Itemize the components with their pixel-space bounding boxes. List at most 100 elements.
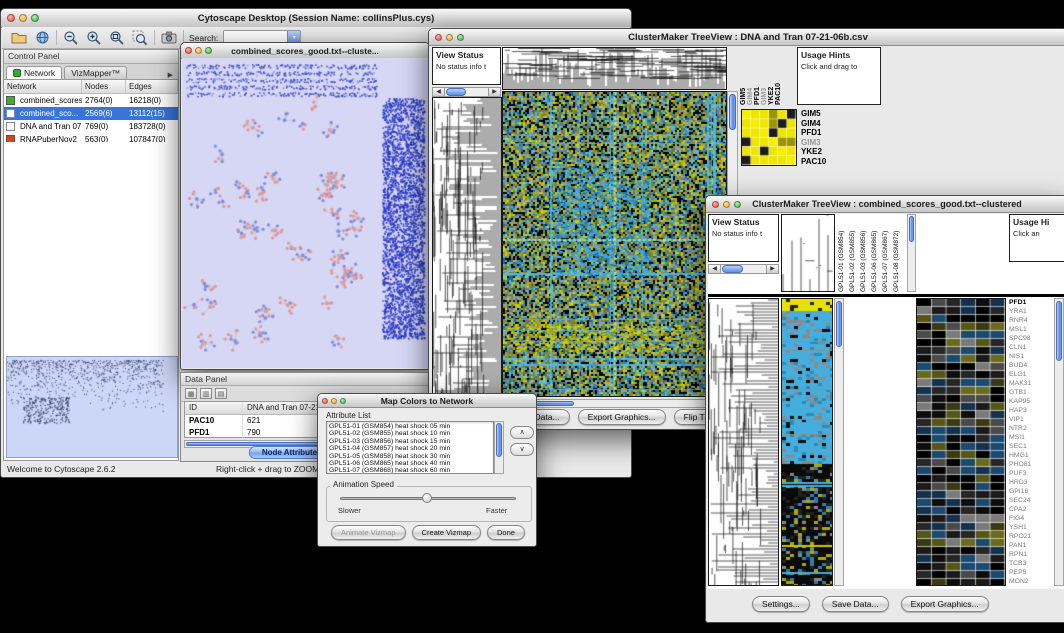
gene-label[interactable]: PAN1 bbox=[1009, 541, 1053, 550]
attribute-list-item[interactable]: GPL51-04 (GSM857) heat shock 20 min bbox=[329, 445, 493, 452]
gene-label[interactable]: YSH1 bbox=[1009, 523, 1053, 532]
zoom-button[interactable] bbox=[205, 47, 212, 54]
tv1-column-label[interactable]: GIM5 bbox=[740, 47, 747, 105]
scrollbar-thumb[interactable] bbox=[1056, 301, 1062, 361]
gene-label[interactable]: GPI16 bbox=[1009, 487, 1053, 496]
gene-label[interactable]: RPN1 bbox=[1009, 550, 1053, 559]
tv1-matrix-label[interactable]: GIM4 bbox=[801, 119, 826, 129]
gene-label[interactable]: KAP95 bbox=[1009, 397, 1053, 406]
gene-label[interactable]: TCB3 bbox=[1009, 559, 1053, 568]
treeview-dna-titlebar[interactable]: ClusterMaker TreeView : DNA and Tran 07-… bbox=[429, 29, 1064, 46]
row-dendrogram-canvas[interactable] bbox=[432, 97, 502, 397]
tv1-matrix-label[interactable]: PAC10 bbox=[801, 157, 826, 167]
gene-label[interactable]: HMG1 bbox=[1009, 451, 1053, 460]
zoom-button[interactable] bbox=[31, 14, 39, 22]
attribute-list-item[interactable]: GPL51-05 (GSM858) heat shock 30 min bbox=[329, 453, 493, 460]
scroll-right-icon[interactable]: ▶ bbox=[488, 88, 500, 96]
close-button[interactable] bbox=[435, 34, 442, 41]
network-table-row[interactable]: combined_scores2764(0)16218(0) bbox=[4, 94, 178, 107]
tv1-matrix-label[interactable]: GIM3 bbox=[801, 138, 826, 148]
gene-label[interactable]: SPC98 bbox=[1009, 334, 1053, 343]
heatmap-strip-canvas[interactable] bbox=[781, 298, 833, 586]
scrollbar-thumb[interactable] bbox=[909, 216, 914, 242]
column-dendrogram-canvas[interactable] bbox=[502, 47, 727, 90]
network-overview-thumbnail[interactable] bbox=[6, 356, 178, 458]
gene-label[interactable]: MSL1 bbox=[1009, 325, 1053, 334]
treeview-button[interactable]: Settings... bbox=[752, 596, 810, 612]
minimize-button[interactable] bbox=[446, 34, 453, 41]
gene-label[interactable]: GTB1 bbox=[1009, 388, 1053, 397]
correlation-matrix-canvas[interactable] bbox=[741, 109, 797, 166]
tv2-column-label[interactable]: GPL51-02 (GSM855) bbox=[849, 215, 860, 292]
gene-label[interactable]: YRA1 bbox=[1009, 307, 1053, 316]
gene-heatmap-canvas[interactable] bbox=[916, 298, 1006, 586]
scrollbar-thumb[interactable] bbox=[722, 265, 743, 273]
gene-label[interactable]: CPA2 bbox=[1009, 505, 1053, 514]
scrollbar-thumb[interactable] bbox=[446, 88, 466, 96]
zoom-in-icon[interactable] bbox=[85, 29, 103, 46]
header-edges[interactable]: Edges bbox=[126, 80, 178, 93]
treeview-button[interactable]: Save Data... bbox=[822, 596, 889, 612]
zoom-out-icon[interactable] bbox=[62, 29, 80, 46]
main-titlebar[interactable]: Cytoscape Desktop (Session Name: collins… bbox=[1, 9, 631, 28]
scroll-left-icon[interactable]: ◀ bbox=[709, 265, 721, 273]
snapshot-icon[interactable] bbox=[160, 29, 178, 46]
attribute-list-item[interactable]: GPL51-06 (GSM865) heat shock 40 min bbox=[329, 460, 493, 467]
attribute-list-item[interactable]: GPL51-03 (GSM856) heat shock 15 min bbox=[329, 438, 493, 445]
scrollbar-thumb[interactable] bbox=[836, 301, 842, 347]
gene-label[interactable]: VIP1 bbox=[1009, 415, 1053, 424]
columns-icon[interactable]: ▥ bbox=[200, 388, 212, 399]
gene-label[interactable]: MON2 bbox=[1009, 577, 1053, 586]
speed-slider-thumb[interactable] bbox=[422, 493, 432, 503]
attribute-list-item[interactable]: GPL51-01 (GSM854) heat shock 05 min bbox=[329, 423, 493, 430]
tv2-column-label[interactable]: GPL51-01 (GSM854) bbox=[838, 215, 849, 292]
tab-network[interactable]: Network bbox=[6, 66, 62, 79]
tv1-column-label[interactable]: GIM4 bbox=[747, 47, 754, 105]
header-network[interactable]: Network bbox=[4, 80, 82, 93]
gene-label[interactable]: HAP3 bbox=[1009, 406, 1053, 415]
zoom-button[interactable] bbox=[457, 34, 464, 41]
gene-vscrollbar[interactable] bbox=[1054, 298, 1064, 586]
tab-overflow-button[interactable]: ▶ bbox=[163, 71, 178, 79]
gene-label[interactable]: ELG1 bbox=[1009, 370, 1053, 379]
header-nodes[interactable]: Nodes bbox=[82, 80, 126, 93]
tv2-column-label[interactable]: GPL51-07 (GSM867) bbox=[882, 215, 893, 292]
tv2-column-label[interactable]: GPL51-06 (GSM865) bbox=[871, 215, 882, 292]
attribute-list-item[interactable]: GPL51-07 (GSM868) heat shock 60 min bbox=[329, 467, 493, 474]
tv2-column-label[interactable]: GPL51-08 (GSM872) bbox=[893, 215, 904, 292]
gene-label[interactable]: SEC1 bbox=[1009, 442, 1053, 451]
zoom-selected-icon[interactable] bbox=[131, 29, 149, 46]
tv1-matrix-label[interactable]: PFD1 bbox=[801, 128, 826, 138]
scroll-right-icon[interactable]: ▶ bbox=[766, 265, 778, 273]
gene-label[interactable]: MAK31 bbox=[1009, 379, 1053, 388]
database-icon[interactable]: ▤ bbox=[215, 388, 227, 399]
attribute-listbox[interactable]: GPL51-01 (GSM854) heat shock 05 minGPL51… bbox=[326, 421, 494, 474]
treeview-button[interactable]: Export Graphics... bbox=[578, 409, 666, 425]
header-vscrollbar[interactable] bbox=[907, 214, 916, 292]
tv1-column-label[interactable]: PAC10 bbox=[775, 47, 782, 105]
gene-label[interactable]: FIG4 bbox=[1009, 514, 1053, 523]
zoom-button[interactable] bbox=[340, 398, 346, 404]
gene-label[interactable]: NTR2 bbox=[1009, 424, 1053, 433]
gene-label[interactable]: BUD4 bbox=[1009, 361, 1053, 370]
tv1-column-label[interactable]: PFD1 bbox=[754, 47, 761, 105]
gene-label[interactable]: PEP5 bbox=[1009, 568, 1053, 577]
gene-label[interactable]: SEC24 bbox=[1009, 496, 1053, 505]
close-button[interactable] bbox=[7, 14, 15, 22]
import-network-icon[interactable] bbox=[33, 29, 51, 46]
tv2-column-label[interactable]: GPL51-03 (GSM856) bbox=[860, 215, 871, 292]
dialog-button[interactable]: Create Vizmap bbox=[412, 525, 481, 540]
minimize-button[interactable] bbox=[195, 47, 202, 54]
treeview-button[interactable]: Export Graphics... bbox=[901, 596, 989, 612]
tv1-matrix-label[interactable]: YKE2 bbox=[801, 147, 826, 157]
minimize-button[interactable] bbox=[331, 398, 337, 404]
minimize-button[interactable] bbox=[19, 14, 27, 22]
zoom-fit-icon[interactable] bbox=[108, 29, 126, 46]
gene-label[interactable]: RNR4 bbox=[1009, 316, 1053, 325]
tv1-column-label[interactable]: YKE2 bbox=[768, 47, 775, 105]
zoom-button[interactable] bbox=[734, 201, 741, 208]
gene-label[interactable]: MSI1 bbox=[1009, 433, 1053, 442]
attribute-list-item[interactable]: GPL51-02 (GSM855) heat shock 10 min bbox=[329, 430, 493, 437]
scroll-track[interactable] bbox=[445, 88, 488, 96]
minimize-button[interactable] bbox=[723, 201, 730, 208]
